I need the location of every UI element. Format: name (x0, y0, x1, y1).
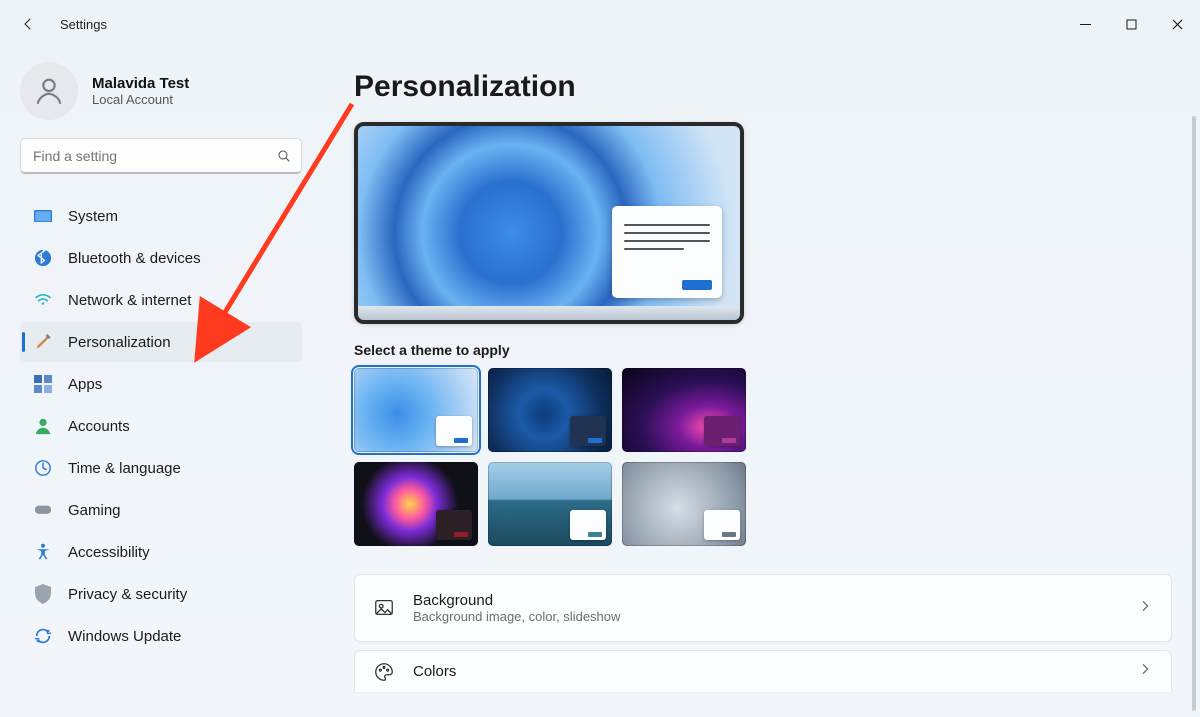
main-content: Personalization Select a theme to apply … (340, 56, 1200, 717)
nav-label: Time & language (68, 460, 181, 477)
minimize-button[interactable] (1062, 8, 1108, 40)
theme-option-2[interactable] (488, 368, 612, 452)
card-title: Colors (413, 663, 456, 680)
nav-gaming[interactable]: Gaming (20, 490, 302, 530)
nav-privacy[interactable]: Privacy & security (20, 574, 302, 614)
avatar (20, 62, 78, 120)
shield-icon (34, 585, 52, 603)
theme-option-4[interactable] (354, 462, 478, 546)
window-controls (1062, 8, 1200, 40)
nav-label: Bluetooth & devices (68, 250, 201, 267)
theme-option-3[interactable] (622, 368, 746, 452)
theme-option-6[interactable] (622, 462, 746, 546)
nav: System Bluetooth & devices Network & int… (20, 196, 302, 656)
profile-name: Malavida Test (92, 75, 189, 92)
search-wrap (20, 138, 302, 174)
back-button[interactable] (18, 14, 38, 34)
theme-grid (354, 368, 1168, 546)
nav-bluetooth[interactable]: Bluetooth & devices (20, 238, 302, 278)
nav-network[interactable]: Network & internet (20, 280, 302, 320)
person-icon (34, 417, 52, 435)
chevron-right-icon (1137, 598, 1153, 619)
nav-label: Accounts (68, 418, 130, 435)
card-background[interactable]: Background Background image, color, slid… (354, 574, 1172, 642)
search-input[interactable] (20, 138, 302, 174)
page-title: Personalization (354, 70, 1168, 104)
profile-block[interactable]: Malavida Test Local Account (20, 62, 310, 120)
theme-option-1[interactable] (354, 368, 478, 452)
card-subtitle: Background image, color, slideshow (413, 609, 620, 624)
theme-option-5[interactable] (488, 462, 612, 546)
nav-accounts[interactable]: Accounts (20, 406, 302, 446)
nav-label: System (68, 208, 118, 225)
nav-label: Windows Update (68, 628, 181, 645)
card-colors[interactable]: Colors (354, 650, 1172, 692)
nav-apps[interactable]: Apps (20, 364, 302, 404)
paintbrush-icon (34, 333, 52, 351)
scrollbar[interactable] (1192, 116, 1196, 711)
nav-label: Privacy & security (68, 586, 187, 603)
search-icon (276, 148, 292, 164)
nav-windows-update[interactable]: Windows Update (20, 616, 302, 656)
nav-label: Network & internet (68, 292, 191, 309)
titlebar: Settings (0, 0, 1200, 48)
close-button[interactable] (1154, 8, 1200, 40)
desktop-preview (354, 122, 744, 324)
card-title: Background (413, 592, 620, 609)
chevron-right-icon (1137, 661, 1153, 682)
globe-clock-icon (34, 459, 52, 477)
wifi-icon (34, 291, 52, 309)
nav-personalization[interactable]: Personalization (20, 322, 302, 362)
window-title: Settings (60, 17, 107, 32)
system-icon (34, 207, 52, 225)
nav-label: Accessibility (68, 544, 150, 561)
preview-mock-window (612, 206, 722, 298)
sidebar: Malavida Test Local Account System Bluet… (0, 52, 320, 717)
gamepad-icon (34, 501, 52, 519)
picture-icon (373, 597, 395, 619)
accessibility-icon (34, 543, 52, 561)
nav-accessibility[interactable]: Accessibility (20, 532, 302, 572)
nav-label: Gaming (68, 502, 121, 519)
update-icon (34, 627, 52, 645)
apps-icon (34, 375, 52, 393)
nav-time-language[interactable]: Time & language (20, 448, 302, 488)
nav-system[interactable]: System (20, 196, 302, 236)
theme-heading: Select a theme to apply (354, 342, 1168, 358)
settings-cards: Background Background image, color, slid… (354, 574, 1172, 692)
nav-label: Apps (68, 376, 102, 393)
nav-label: Personalization (68, 334, 171, 351)
bluetooth-icon (34, 249, 52, 267)
maximize-button[interactable] (1108, 8, 1154, 40)
profile-sub: Local Account (92, 92, 189, 107)
palette-icon (373, 661, 395, 683)
